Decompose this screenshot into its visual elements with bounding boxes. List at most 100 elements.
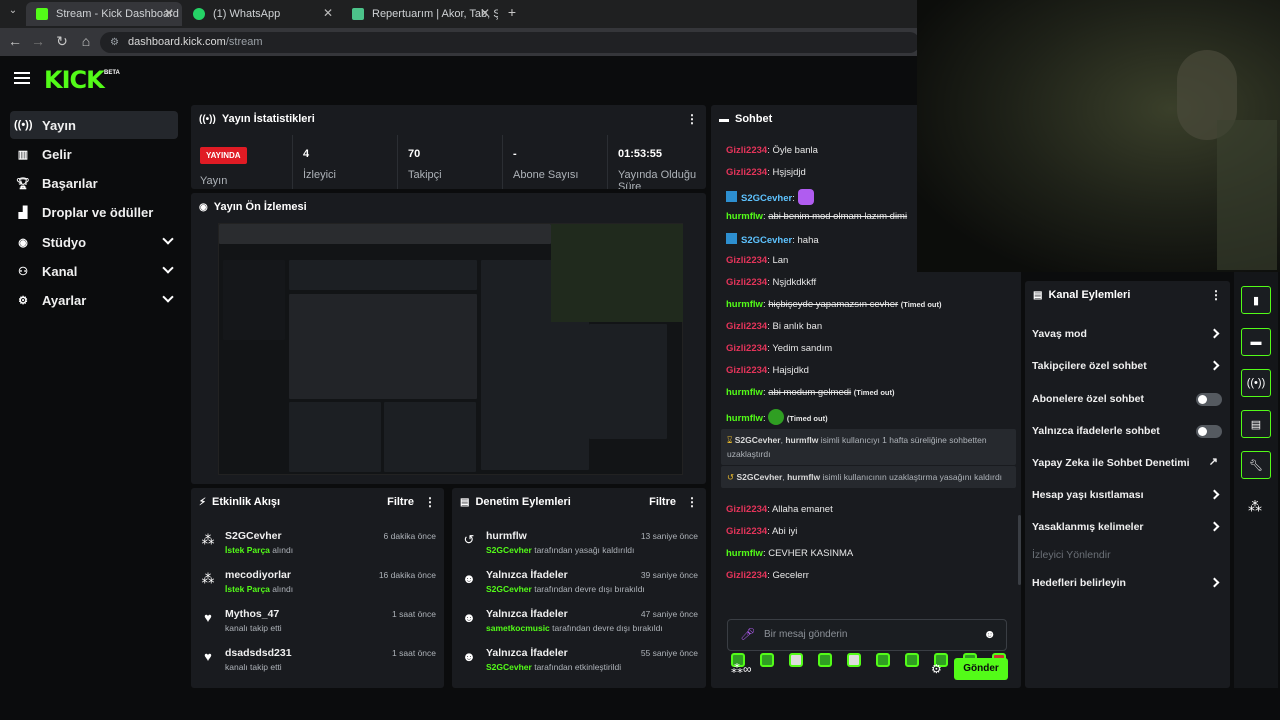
- action-label: Yapay Zeka ile Sohbet Denetimi: [1032, 457, 1190, 469]
- more-options-icon[interactable]: ⋮: [686, 112, 698, 126]
- activity-time: 1 saat önce: [392, 609, 436, 619]
- url-field[interactable]: ⚙ dashboard.kick.com/stream: [100, 32, 920, 53]
- broadcast-icon[interactable]: ((•)): [1241, 369, 1271, 397]
- sidebar-item-ayarlar[interactable]: ⚙ Ayarlar: [10, 286, 178, 314]
- action-goals[interactable]: Hedefleri belirleyin: [1032, 570, 1222, 596]
- sidebar-item-kanal[interactable]: ⚇ Kanal: [10, 257, 178, 285]
- chat-username[interactable]: Gizli2234: [726, 145, 767, 156]
- chat-scrollbar[interactable]: [1018, 515, 1021, 585]
- action-ai-moderation[interactable]: Yapay Zeka ile Sohbet Denetimi ↗: [1032, 450, 1222, 476]
- browser-tab-whatsapp[interactable]: (1) WhatsApp ✕: [183, 2, 341, 26]
- activity-user[interactable]: mecodiyorlar: [225, 569, 291, 581]
- chat-username[interactable]: Gizli2234: [726, 255, 767, 266]
- kick-logo[interactable]: KICK: [44, 66, 105, 94]
- action-slow-mode[interactable]: Yavaş mod: [1032, 321, 1222, 347]
- sidebar-item-basarilar[interactable]: 🏆︎ Başarılar: [10, 169, 178, 197]
- chat-icon[interactable]: ▬: [1241, 328, 1271, 356]
- activity-user[interactable]: dsadsdsd231: [225, 647, 292, 659]
- hamburger-menu-icon[interactable]: [14, 72, 30, 84]
- chat-message: S2GCevher:: [726, 189, 814, 205]
- moderator-name[interactable]: S2GCevher: [486, 662, 532, 672]
- chat-username[interactable]: hurmflw: [726, 211, 763, 222]
- chat-username[interactable]: Gizli2234: [726, 321, 767, 332]
- tab-list-icon[interactable]: ⌄: [4, 5, 22, 16]
- action-account-age[interactable]: Hesap yaşı kısıtlaması: [1032, 482, 1222, 508]
- detail-text: alındı: [272, 584, 294, 594]
- home-icon[interactable]: ⌂: [77, 33, 95, 49]
- heart-icon: ♥: [204, 649, 212, 664]
- chat-username[interactable]: Gizli2234: [726, 365, 767, 376]
- notes-icon[interactable]: ▮: [1241, 286, 1271, 314]
- chat-input[interactable]: 🎤︎ Bir mesaj gönderin ☻: [727, 619, 1007, 651]
- send-button[interactable]: Gönder: [954, 658, 1008, 680]
- chat-username[interactable]: hurmflw: [726, 387, 763, 398]
- preview-sidebar: [223, 260, 285, 340]
- close-tab-icon[interactable]: ✕: [164, 6, 174, 20]
- subscribers-only-toggle[interactable]: [1196, 393, 1222, 406]
- action-followers-only[interactable]: Takipçilere özel sohbet: [1032, 353, 1222, 379]
- moderator-name[interactable]: S2GCevher: [486, 545, 532, 555]
- close-tab-icon[interactable]: ✕: [480, 6, 490, 20]
- chat-settings-icon[interactable]: ⚙: [931, 662, 942, 676]
- stat-value: -: [513, 148, 517, 160]
- emote-button[interactable]: [876, 653, 890, 667]
- sidebar-item-droplar[interactable]: ▟ Droplar ve ödüller: [10, 198, 178, 226]
- emoji-picker-icon[interactable]: ☻: [983, 627, 996, 641]
- detail-text: tarafından devre dışı bırakıldı: [552, 623, 663, 633]
- chevron-right-icon: [1209, 521, 1220, 532]
- more-options-icon[interactable]: ⋮: [1210, 288, 1222, 302]
- emotes-only-toggle[interactable]: [1196, 425, 1222, 438]
- browser-tab-kick[interactable]: Stream - Kick Dashboard ✕: [26, 2, 182, 26]
- chat-username[interactable]: Gizli2234: [726, 167, 767, 178]
- more-icon[interactable]: ⁂: [1248, 498, 1262, 515]
- moderator-name[interactable]: S2GCevher: [486, 584, 532, 594]
- reload-icon[interactable]: ↻: [53, 33, 71, 50]
- chat-username[interactable]: hurmflw: [726, 548, 763, 559]
- action-subscribers-only[interactable]: Abonelere özel sohbet: [1032, 386, 1222, 412]
- emote-button[interactable]: [847, 653, 861, 667]
- moderator-name[interactable]: sametkocmusic: [486, 623, 550, 633]
- chat-message: Gizli2234: Bi anlık ban: [726, 321, 823, 332]
- activity-user[interactable]: S2GCevher: [225, 530, 282, 542]
- chat-username[interactable]: hurmflw: [726, 413, 763, 424]
- new-tab-icon[interactable]: +: [503, 4, 521, 20]
- activity-user[interactable]: Mythos_47: [225, 608, 279, 620]
- chat-username[interactable]: Gizli2234: [726, 343, 767, 354]
- back-icon[interactable]: ←: [6, 33, 24, 49]
- chat-settings-extra-icon[interactable]: ⁂∞: [731, 662, 752, 676]
- chat-username[interactable]: S2GCevher: [741, 193, 792, 204]
- chat-username[interactable]: hurmflw: [726, 299, 763, 310]
- chat-username[interactable]: Gizli2234: [726, 570, 767, 581]
- chat-username[interactable]: Gizli2234: [726, 504, 767, 515]
- chat-username[interactable]: Gizli2234: [726, 526, 767, 537]
- activity-time: 1 saat önce: [392, 648, 436, 658]
- action-label: Yavaş mod: [1032, 328, 1087, 340]
- sidebar-item-gelir[interactable]: ▥ Gelir: [10, 140, 178, 168]
- wrench-icon[interactable]: 🔧︎: [1241, 451, 1271, 479]
- forward-icon[interactable]: →: [29, 33, 47, 49]
- filter-button[interactable]: Filtre: [649, 496, 676, 508]
- action-banned-words[interactable]: Yasaklanmış kelimeler: [1032, 514, 1222, 540]
- site-info-icon[interactable]: ⚙: [110, 32, 119, 53]
- microphone-icon[interactable]: 🎤︎: [740, 627, 755, 641]
- more-options-icon[interactable]: ⋮: [686, 495, 698, 509]
- emote-button[interactable]: [905, 653, 919, 667]
- emote-button[interactable]: [818, 653, 832, 667]
- panel-title: Denetim Eylemleri: [475, 496, 571, 508]
- filter-button[interactable]: Filtre: [387, 496, 414, 508]
- chat-username[interactable]: Gizli2234: [726, 277, 767, 288]
- emote-button[interactable]: [789, 653, 803, 667]
- store-icon[interactable]: ▤: [1241, 410, 1271, 438]
- stream-preview-video[interactable]: [218, 223, 683, 475]
- sidebar-item-yayin[interactable]: ((•)) Yayın: [10, 111, 178, 139]
- sidebar-item-label: Stüdyo: [42, 234, 87, 250]
- more-options-icon[interactable]: ⋮: [424, 495, 436, 509]
- moderation-title: Yalnızca İfadeler: [486, 647, 568, 659]
- webcam-overlay: [917, 0, 1280, 272]
- close-tab-icon[interactable]: ✕: [323, 6, 333, 20]
- browser-tab-repertuar[interactable]: Repertuarım | Akor, Tab, Şarkı S ✕: [342, 2, 498, 26]
- chat-username[interactable]: S2GCevher: [741, 235, 792, 246]
- action-emotes-only[interactable]: Yalnızca ifadelerle sohbet: [1032, 418, 1222, 444]
- sidebar-item-studyo[interactable]: ◉ Stüdyo: [10, 228, 178, 256]
- emote-button[interactable]: [760, 653, 774, 667]
